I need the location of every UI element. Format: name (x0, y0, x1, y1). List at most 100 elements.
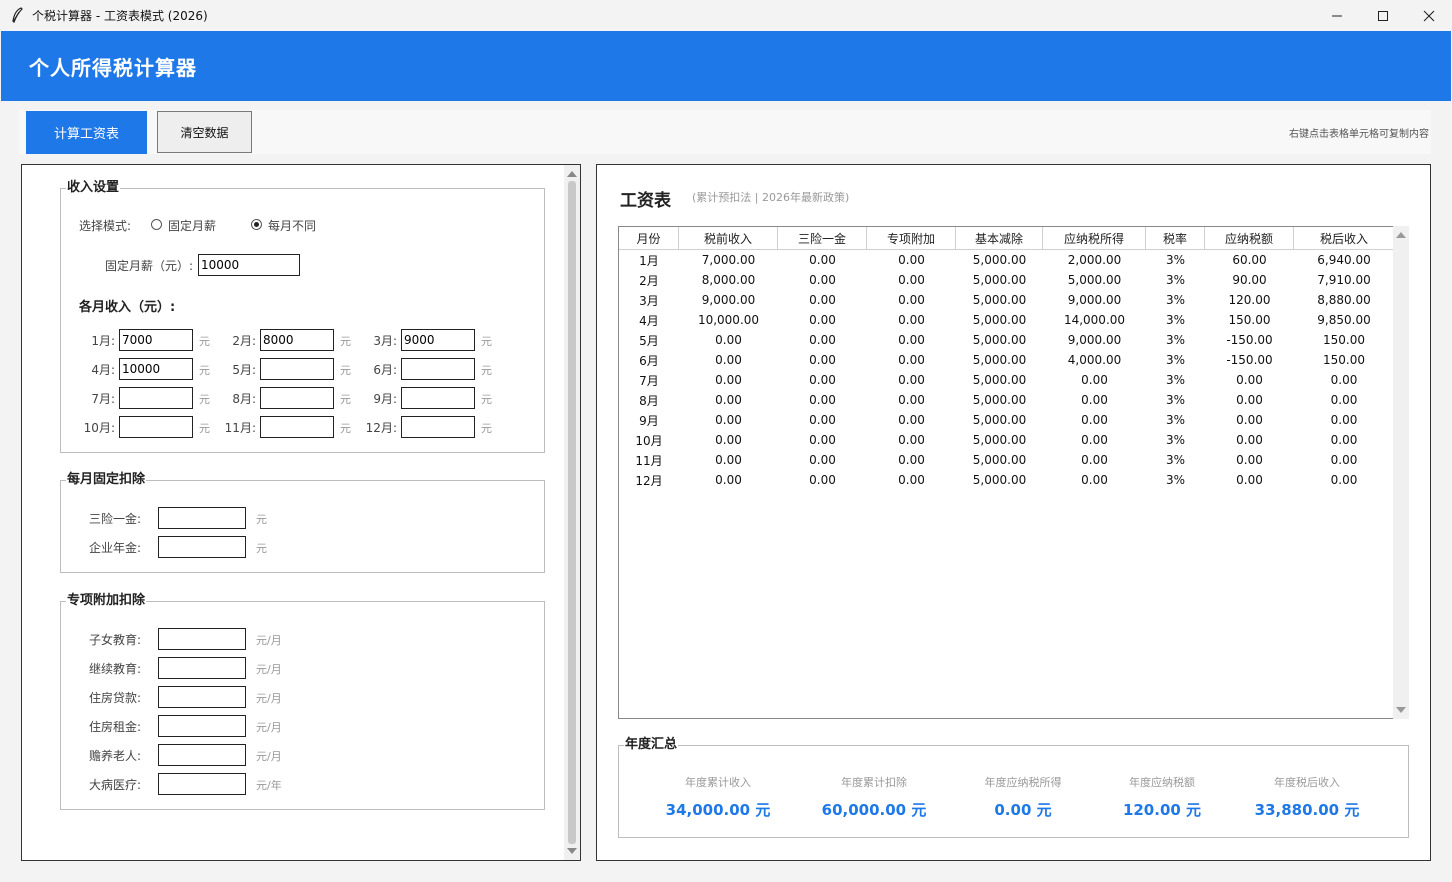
table-cell[interactable]: 9,850.00 (1294, 310, 1393, 330)
table-cell[interactable]: 0.00 (778, 390, 867, 410)
table-row[interactable]: 2月 8,000.00 0.00 0.00 5,000.00 5,000.00 3% 90.0… (619, 270, 1393, 290)
table-cell[interactable]: 0.00 (1043, 410, 1146, 430)
month-11-income-input[interactable] (260, 416, 334, 438)
table-cell[interactable]: 8,000.00 (679, 270, 778, 290)
table-cell[interactable]: 5,000.00 (956, 330, 1043, 350)
table-cell[interactable]: 0.00 (867, 390, 956, 410)
table-cell[interactable]: 10月 (619, 430, 679, 450)
month-1-income-input[interactable]: 7000 (119, 329, 193, 351)
table-cell[interactable]: 5,000.00 (956, 430, 1043, 450)
table-cell[interactable]: 0.00 (1294, 470, 1393, 490)
table-cell[interactable]: 5,000.00 (956, 270, 1043, 290)
table-cell[interactable]: 0.00 (679, 470, 778, 490)
table-cell[interactable]: 0.00 (867, 430, 956, 450)
table-cell[interactable]: 3% (1146, 410, 1205, 430)
table-cell[interactable]: 3% (1146, 430, 1205, 450)
table-cell[interactable]: 0.00 (1205, 430, 1294, 450)
table-cell[interactable]: 0.00 (778, 250, 867, 270)
table-cell[interactable]: 10,000.00 (679, 310, 778, 330)
scroll-down-arrow-icon[interactable] (1396, 707, 1406, 713)
table-cell[interactable]: 6,940.00 (1294, 250, 1393, 270)
table-cell[interactable]: 90.00 (1205, 270, 1294, 290)
table-cell[interactable]: 5,000.00 (956, 350, 1043, 370)
table-cell[interactable]: 5,000.00 (956, 450, 1043, 470)
table-cell[interactable]: 0.00 (1043, 430, 1146, 450)
table-cell[interactable]: 0.00 (1205, 390, 1294, 410)
scroll-up-arrow-icon[interactable] (1396, 232, 1406, 238)
table-cell[interactable]: 0.00 (778, 410, 867, 430)
close-button[interactable] (1406, 0, 1452, 31)
special-deduction-input-3[interactable] (158, 686, 246, 708)
scroll-up-arrow-icon[interactable] (567, 171, 577, 177)
minimize-button[interactable] (1314, 0, 1360, 31)
table-cell[interactable]: 9,000.00 (1043, 290, 1146, 310)
month-6-income-input[interactable] (401, 358, 475, 380)
table-cell[interactable]: 0.00 (778, 270, 867, 290)
mode-fixed-radio[interactable] (151, 219, 162, 230)
clear-button[interactable]: 清空数据 (157, 111, 252, 153)
table-cell[interactable]: 0.00 (1205, 410, 1294, 430)
table-row[interactable]: 12月 0.00 0.00 0.00 5,000.00 0.00 3% 0.00 0.00 (619, 470, 1393, 490)
mode-varied-label[interactable]: 每月不同 (268, 217, 316, 234)
table-cell[interactable]: 8,880.00 (1294, 290, 1393, 310)
scroll-down-arrow-icon[interactable] (567, 848, 577, 854)
table-cell[interactable]: 0.00 (778, 350, 867, 370)
table-cell[interactable]: 0.00 (1205, 470, 1294, 490)
table-cell[interactable]: 9,000.00 (679, 290, 778, 310)
table-cell[interactable]: 2,000.00 (1043, 250, 1146, 270)
table-cell[interactable]: 0.00 (867, 290, 956, 310)
table-cell[interactable]: 12月 (619, 470, 679, 490)
table-cell[interactable]: 0.00 (778, 310, 867, 330)
table-cell[interactable]: 5,000.00 (956, 250, 1043, 270)
table-cell[interactable]: 0.00 (867, 310, 956, 330)
table-cell[interactable]: 0.00 (867, 410, 956, 430)
table-cell[interactable]: 6月 (619, 350, 679, 370)
table-cell[interactable]: 0.00 (778, 370, 867, 390)
table-cell[interactable]: 0.00 (1205, 370, 1294, 390)
table-row[interactable]: 3月 9,000.00 0.00 0.00 5,000.00 9,000.00 3% 120.… (619, 290, 1393, 310)
table-cell[interactable]: 150.00 (1294, 330, 1393, 350)
table-cell[interactable]: 60.00 (1205, 250, 1294, 270)
table-cell[interactable]: 0.00 (679, 410, 778, 430)
table-cell[interactable]: 0.00 (679, 370, 778, 390)
table-cell[interactable]: 0.00 (1294, 370, 1393, 390)
table-cell[interactable]: 0.00 (1294, 450, 1393, 470)
table-cell[interactable]: 0.00 (867, 270, 956, 290)
table-row[interactable]: 6月 0.00 0.00 0.00 5,000.00 4,000.00 3% -150.00 1… (619, 350, 1393, 370)
table-row[interactable]: 5月 0.00 0.00 0.00 5,000.00 9,000.00 3% -150.00 1… (619, 330, 1393, 350)
table-cell[interactable]: 5,000.00 (956, 370, 1043, 390)
table-cell[interactable]: 150.00 (1205, 310, 1294, 330)
special-deduction-input-4[interactable] (158, 715, 246, 737)
table-cell[interactable]: 7,000.00 (679, 250, 778, 270)
table-row[interactable]: 9月 0.00 0.00 0.00 5,000.00 0.00 3% 0.00 0.00 (619, 410, 1393, 430)
table-cell[interactable]: 3% (1146, 370, 1205, 390)
special-deduction-input-2[interactable] (158, 657, 246, 679)
table-cell[interactable]: 150.00 (1294, 350, 1393, 370)
table-cell[interactable]: -150.00 (1205, 330, 1294, 350)
table-cell[interactable]: 0.00 (1043, 450, 1146, 470)
table-cell[interactable]: 0.00 (778, 470, 867, 490)
table-row[interactable]: 7月 0.00 0.00 0.00 5,000.00 0.00 3% 0.00 0.00 (619, 370, 1393, 390)
special-deduction-input-1[interactable] (158, 628, 246, 650)
table-cell[interactable]: 0.00 (778, 430, 867, 450)
table-row[interactable]: 10月 0.00 0.00 0.00 5,000.00 0.00 3% 0.00 0.00 (619, 430, 1393, 450)
table-cell[interactable]: 9,000.00 (1043, 330, 1146, 350)
table-cell[interactable]: 7月 (619, 370, 679, 390)
table-cell[interactable]: 8月 (619, 390, 679, 410)
table-cell[interactable]: 0.00 (679, 450, 778, 470)
left-panel-scrollbar[interactable] (564, 165, 580, 860)
table-cell[interactable]: 0.00 (867, 330, 956, 350)
table-cell[interactable]: 0.00 (867, 250, 956, 270)
table-cell[interactable]: 0.00 (679, 350, 778, 370)
table-row[interactable]: 1月 7,000.00 0.00 0.00 5,000.00 2,000.00 3% 60.0… (619, 250, 1393, 270)
table-cell[interactable]: 0.00 (867, 370, 956, 390)
table-cell[interactable]: 0.00 (1205, 450, 1294, 470)
fixed-deduction-input-2[interactable] (158, 536, 246, 558)
table-cell[interactable]: -150.00 (1205, 350, 1294, 370)
table-row[interactable]: 11月 0.00 0.00 0.00 5,000.00 0.00 3% 0.00 0.00 (619, 450, 1393, 470)
table-cell[interactable]: 0.00 (679, 430, 778, 450)
table-row[interactable]: 8月 0.00 0.00 0.00 5,000.00 0.00 3% 0.00 0.00 (619, 390, 1393, 410)
month-7-income-input[interactable] (119, 387, 193, 409)
month-9-income-input[interactable] (401, 387, 475, 409)
special-deduction-input-6[interactable] (158, 773, 246, 795)
